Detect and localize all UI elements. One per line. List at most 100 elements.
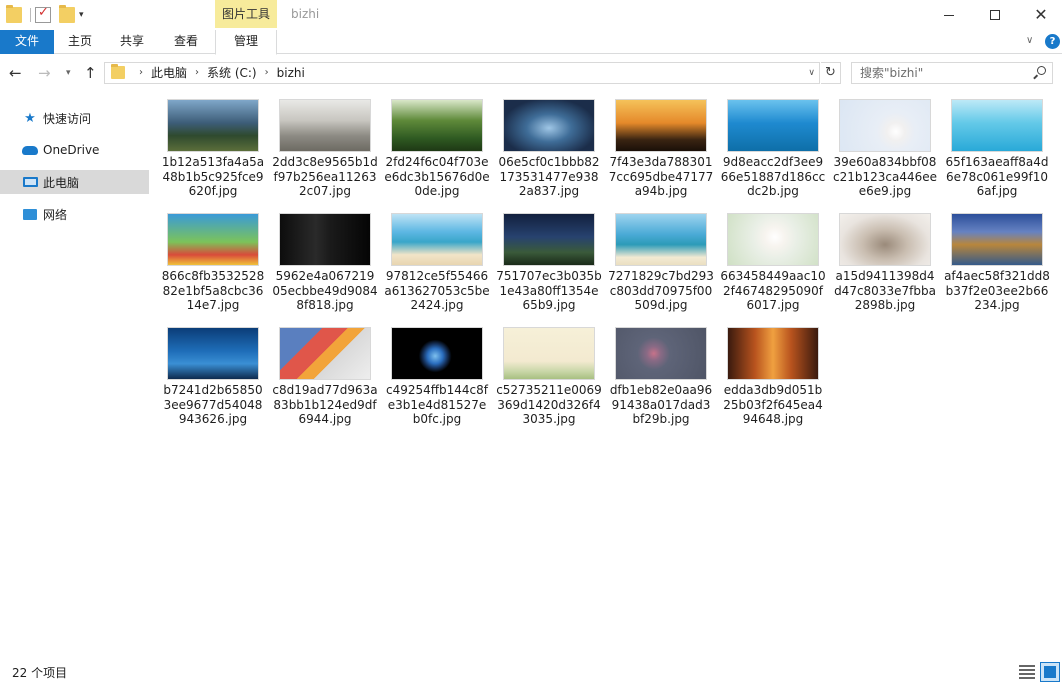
thumbnail-image — [392, 328, 482, 379]
file-item[interactable]: a15d9411398d4d47c8033e7fbba2898b.jpg — [832, 209, 938, 319]
nav-item-label: 此电脑 — [43, 175, 80, 190]
search-icon[interactable] — [1032, 66, 1046, 80]
star-icon: ★ — [24, 110, 36, 126]
navigation-pane: ★ 快速访问 OneDrive 此电脑 网络 — [0, 93, 150, 653]
file-item[interactable]: b7241d2b658503ee9677d54048943626.jpg — [160, 323, 266, 433]
breadcrumb-system-drive[interactable]: 系统 (C:) — [207, 63, 257, 83]
file-name: edda3db9d051b25b03f2f645ea494648.jpg — [723, 383, 823, 426]
file-item[interactable]: 2fd24f6c04f703ee6dc3b15676d0e0de.jpg — [384, 95, 490, 205]
breadcrumb-bizhi[interactable]: bizhi — [277, 63, 305, 83]
thumbnail-image — [728, 214, 818, 265]
file-item[interactable]: edda3db9d051b25b03f2f645ea494648.jpg — [720, 323, 826, 433]
file-item[interactable]: 751707ec3b035b1e43a80ff1354e65b9.jpg — [496, 209, 602, 319]
file-name: 06e5cf0c1bbb82173531477e9382a837.jpg — [498, 155, 600, 198]
file-item[interactable]: 1b12a513fa4a5a48b1b5c925fce9620f.jpg — [160, 95, 266, 205]
file-name: c49254ffb144c8fe3b1e4d81527eb0fc.jpg — [385, 383, 489, 426]
thumbnail-image — [280, 328, 370, 379]
tab-view[interactable]: 查看 — [164, 30, 208, 54]
details-view-icon[interactable] — [1019, 665, 1035, 680]
file-item[interactable]: c49254ffb144c8fe3b1e4d81527eb0fc.jpg — [384, 323, 490, 433]
file-grid: 1b12a513fa4a5a48b1b5c925fce9620f.jpg 2dd… — [160, 95, 1060, 650]
properties-icon[interactable] — [35, 5, 51, 23]
thumbnail-image — [840, 214, 930, 265]
thumbnail-image — [616, 100, 706, 151]
file-name: a15d9411398d4d47c8033e7fbba2898b.jpg — [834, 269, 936, 312]
forward-button[interactable]: → — [38, 64, 51, 82]
nav-item-label: 快速访问 — [43, 111, 92, 126]
thumbnail-image — [504, 214, 594, 265]
file-item[interactable]: 7271829c7bd293c803dd70975f00509d.jpg — [608, 209, 714, 319]
close-button[interactable]: ✕ — [1018, 0, 1062, 30]
file-item[interactable]: 65f163aeaff8a4d6e78c061e99f106af.jpg — [944, 95, 1050, 205]
file-item[interactable]: af4aec58f321dd8b37f2e03ee2b66234.jpg — [944, 209, 1050, 319]
nav-item-label: 网络 — [43, 207, 68, 222]
recent-locations-button[interactable]: ▾ — [66, 64, 71, 82]
ribbon-tabs: 文件 主页 共享 查看 管理 ∨ ? — [0, 30, 1062, 55]
search-input[interactable] — [852, 63, 1022, 83]
address-bar[interactable]: › 此电脑 › 系统 (C:) › bizhi ∨ — [104, 62, 820, 84]
help-icon[interactable]: ? — [1045, 34, 1060, 49]
customize-qat-icon[interactable]: ▾ — [79, 10, 84, 20]
file-name: 1b12a513fa4a5a48b1b5c925fce9620f.jpg — [161, 155, 265, 198]
tab-share[interactable]: 共享 — [110, 30, 154, 54]
thumbnail-image — [280, 214, 370, 265]
file-item[interactable]: 663458449aac102f46748295090f6017.jpg — [720, 209, 826, 319]
nav-item-quick-access[interactable]: ★ 快速访问 — [0, 106, 149, 130]
file-item[interactable]: c52735211e0069369d1420d326f43035.jpg — [496, 323, 602, 433]
nav-item-network[interactable]: 网络 — [0, 202, 149, 226]
thumbnail-image — [392, 100, 482, 151]
status-bar: 22 个项目 — [0, 660, 1062, 684]
folder-icon[interactable] — [6, 5, 22, 23]
thumbnail-image — [840, 100, 930, 151]
chevron-right-icon[interactable]: › — [139, 63, 143, 83]
network-icon — [22, 206, 38, 222]
back-button[interactable]: ← — [9, 64, 22, 82]
file-item[interactable]: 9d8eacc2df3ee966e51887d186ccdc2b.jpg — [720, 95, 826, 205]
thumbnail-image — [952, 214, 1042, 265]
maximize-button[interactable] — [972, 0, 1018, 30]
minimize-icon — [944, 14, 954, 16]
minimize-button[interactable] — [926, 0, 972, 30]
item-count: 22 个项目 — [12, 666, 68, 680]
file-item[interactable]: dfb1eb82e0aa9691438a017dad3bf29b.jpg — [608, 323, 714, 433]
thumbnail-image — [168, 328, 258, 379]
thumbnail-image — [504, 328, 594, 379]
thumbnail-image — [952, 100, 1042, 151]
nav-item-onedrive[interactable]: OneDrive — [0, 138, 149, 162]
search-box[interactable] — [851, 62, 1053, 84]
file-name: 751707ec3b035b1e43a80ff1354e65b9.jpg — [496, 269, 602, 312]
file-item[interactable]: 2dd3c8e9565b1df97b256ea112632c07.jpg — [272, 95, 378, 205]
file-item[interactable]: 39e60a834bbf08c21b123ca446eee6e9.jpg — [832, 95, 938, 205]
file-item[interactable]: 866c8fb353252882e1bf5a8cbc3614e7.jpg — [160, 209, 266, 319]
thumbnail-image — [504, 100, 594, 151]
tab-file[interactable]: 文件 — [0, 30, 54, 54]
tab-manage[interactable]: 管理 — [215, 30, 277, 55]
chevron-right-icon[interactable]: › — [195, 63, 199, 83]
refresh-button[interactable]: ↻ — [821, 62, 841, 84]
file-item[interactable]: 7f43e3da7883017cc695dbe47177a94b.jpg — [608, 95, 714, 205]
file-item[interactable]: 97812ce5f55466a613627053c5be2424.jpg — [384, 209, 490, 319]
file-name: 5962e4a06721905ecbbe49d90848f818.jpg — [272, 269, 378, 312]
window-title: bizhi — [291, 7, 320, 21]
maximize-icon — [990, 10, 1000, 20]
tab-home[interactable]: 主页 — [58, 30, 102, 54]
file-item[interactable]: 06e5cf0c1bbb82173531477e9382a837.jpg — [496, 95, 602, 205]
new-folder-icon[interactable] — [59, 5, 75, 23]
address-history-icon[interactable]: ∨ — [808, 63, 815, 83]
large-icons-view-icon[interactable] — [1040, 662, 1060, 682]
file-item[interactable]: 5962e4a06721905ecbbe49d90848f818.jpg — [272, 209, 378, 319]
file-name: c8d19ad77d963a83bb1b124ed9df6944.jpg — [272, 383, 378, 426]
up-button[interactable]: ↑ — [84, 64, 97, 82]
file-name: 663458449aac102f46748295090f6017.jpg — [720, 269, 826, 312]
nav-item-this-pc[interactable]: 此电脑 — [0, 170, 149, 194]
thumbnail-image — [728, 100, 818, 151]
file-item[interactable]: c8d19ad77d963a83bb1b124ed9df6944.jpg — [272, 323, 378, 433]
chevron-right-icon[interactable]: › — [265, 63, 269, 83]
file-name: af4aec58f321dd8b37f2e03ee2b66234.jpg — [944, 269, 1050, 312]
computer-icon — [22, 174, 38, 190]
breadcrumb-this-pc[interactable]: 此电脑 — [151, 63, 187, 83]
expand-ribbon-icon[interactable]: ∨ — [1026, 35, 1033, 46]
thumbnail-image — [728, 328, 818, 379]
thumbnail-image — [616, 328, 706, 379]
file-name: 2dd3c8e9565b1df97b256ea112632c07.jpg — [272, 155, 378, 198]
